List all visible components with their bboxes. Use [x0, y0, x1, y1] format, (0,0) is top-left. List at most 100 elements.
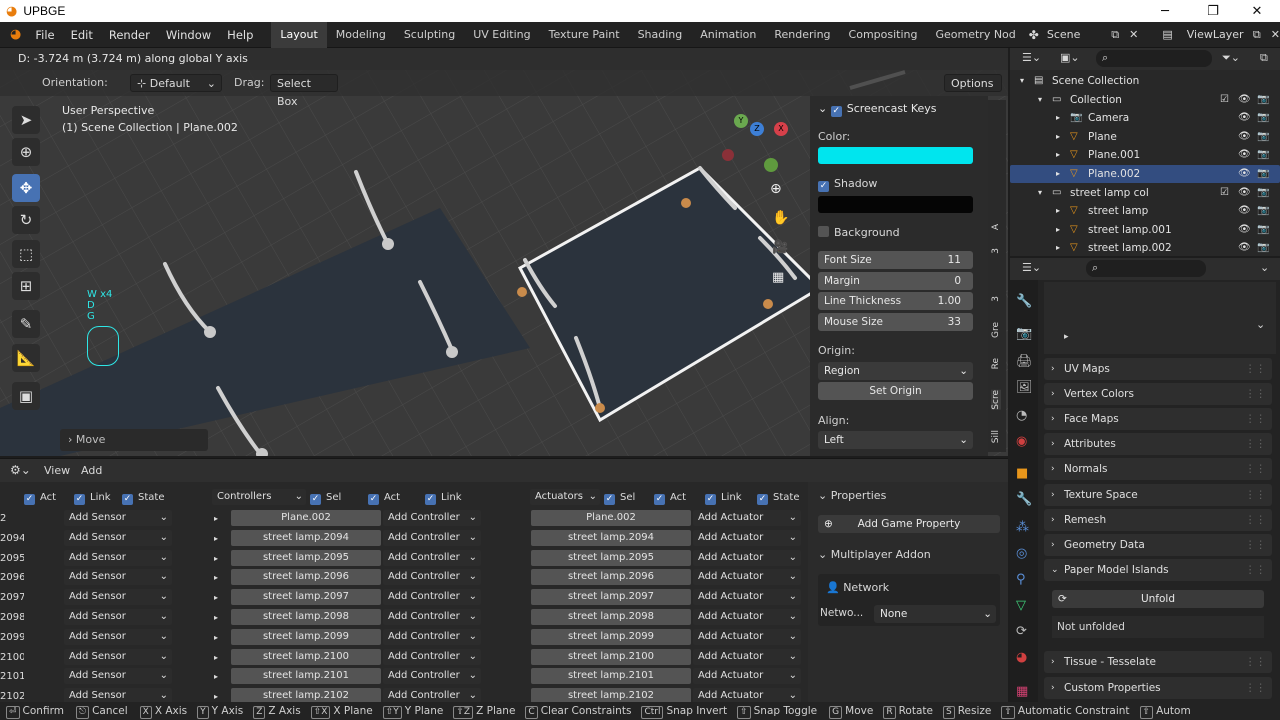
- expand-arrow-icon[interactable]: ▸: [1056, 146, 1060, 164]
- expand-arrow-icon[interactable]: ▾: [1038, 91, 1042, 109]
- color-swatch[interactable]: [818, 147, 973, 164]
- outliner-row[interactable]: ▸ 📷 Camera 👁 📷: [1010, 109, 1280, 127]
- tab-compositing[interactable]: Compositing: [840, 22, 927, 48]
- menu-render[interactable]: Render: [101, 28, 158, 42]
- expand-arrow-icon[interactable]: ▸: [1056, 109, 1060, 127]
- add-actuator-dropdown[interactable]: Add Actuator ⌄: [693, 549, 801, 566]
- drag-handle-icon[interactable]: ⋮⋮: [1245, 433, 1266, 455]
- zoom-icon[interactable]: ⊕: [770, 181, 782, 197]
- particles-tab-icon[interactable]: ⁂: [1016, 520, 1029, 535]
- physics-tab-icon[interactable]: ◎: [1016, 546, 1027, 561]
- outliner-row[interactable]: ▾ ▭ street lamp col ☑ 👁 📷: [1010, 184, 1280, 202]
- view-layer-icon[interactable]: ▤: [1162, 28, 1172, 41]
- property-section-header[interactable]: › Geometry Data ⋮⋮: [1044, 534, 1272, 556]
- expand-arrow-icon[interactable]: ▸: [214, 688, 218, 702]
- align-dropdown[interactable]: Left ⌄: [818, 431, 973, 449]
- add-controller-dropdown[interactable]: Add Controller ⌄: [383, 510, 481, 526]
- actuators-link-toggle[interactable]: ✓ Link: [705, 489, 741, 506]
- background-checkbox[interactable]: [818, 226, 829, 237]
- screencast-header[interactable]: ⌄ ✓ Screencast Keys: [818, 102, 937, 117]
- sensors-state-toggle[interactable]: ✓ State: [122, 489, 164, 506]
- expand-arrow-icon[interactable]: ▸: [1056, 239, 1060, 257]
- editor-type-icon[interactable]: ⚙⌄: [10, 463, 31, 477]
- drag-handle-icon[interactable]: ⋮⋮: [1245, 408, 1266, 430]
- add-controller-dropdown[interactable]: Add Controller ⌄: [383, 609, 481, 625]
- gizmo-y-axis[interactable]: Y: [734, 114, 748, 128]
- expand-arrow-icon[interactable]: ▸: [214, 589, 218, 606]
- expand-arrow-icon[interactable]: ▸: [214, 530, 218, 547]
- add-sensor-dropdown[interactable]: Add Sensor ⌄: [64, 688, 172, 702]
- actuators-state-toggle[interactable]: ✓ State: [757, 489, 799, 506]
- properties-search-input[interactable]: ⌕: [1086, 260, 1206, 277]
- font-size-field[interactable]: Font Size 11: [818, 251, 973, 269]
- material-tab-icon[interactable]: ◕: [1016, 650, 1027, 665]
- tab-3a[interactable]: 3: [991, 248, 1001, 254]
- drag-handle-icon[interactable]: ⋮⋮: [1245, 484, 1266, 506]
- add-controller-dropdown[interactable]: Add Controller ⌄: [383, 688, 481, 702]
- exclude-checkbox[interactable]: ☑: [1220, 184, 1229, 202]
- visibility-eye-icon[interactable]: 👁: [1238, 146, 1251, 164]
- origin-dropdown[interactable]: Region ⌄: [818, 362, 973, 380]
- chevron-down-icon[interactable]: ⌄: [1256, 318, 1265, 331]
- sensors-act-toggle[interactable]: ✓ Act: [24, 489, 56, 506]
- expand-arrow-icon[interactable]: ▸: [214, 629, 218, 646]
- add-sensor-dropdown[interactable]: Add Sensor ⌄: [64, 510, 172, 526]
- expand-arrow-icon[interactable]: ▸: [1056, 128, 1060, 146]
- property-section-header[interactable]: ⌄ Paper Model Islands ⋮⋮: [1044, 559, 1272, 581]
- visibility-eye-icon[interactable]: 👁: [1238, 239, 1251, 257]
- drag-handle-icon[interactable]: ⋮⋮: [1245, 458, 1266, 480]
- menu-window[interactable]: Window: [158, 28, 219, 42]
- add-controller-dropdown[interactable]: Add Controller ⌄: [383, 529, 481, 546]
- visibility-eye-icon[interactable]: 👁: [1238, 202, 1251, 220]
- tab-sculpting[interactable]: Sculpting: [395, 22, 464, 48]
- new-view-layer-icon[interactable]: ⧉: [1253, 28, 1261, 42]
- controllers-act-toggle[interactable]: ✓ Act: [368, 489, 400, 506]
- render-camera-icon[interactable]: 📷: [1257, 239, 1269, 257]
- scene-tab-icon[interactable]: ◔: [1016, 408, 1027, 423]
- property-section-header[interactable]: › Tissue - Tesselate ⋮⋮: [1044, 651, 1272, 673]
- expand-arrow-icon[interactable]: ▾: [1038, 184, 1042, 202]
- expand-arrow-icon[interactable]: ▾: [1020, 72, 1024, 90]
- tab-sill[interactable]: Sill: [991, 430, 1001, 443]
- drag-handle-icon[interactable]: ⋮⋮: [1245, 358, 1266, 380]
- tab-texture-paint[interactable]: Texture Paint: [540, 22, 629, 48]
- new-scene-icon[interactable]: ⧉: [1111, 28, 1119, 42]
- annotate-tool[interactable]: ✎: [12, 310, 40, 338]
- shadow-toggle[interactable]: ✓ Shadow: [818, 177, 877, 192]
- gizmo-x-axis[interactable]: X: [774, 122, 788, 136]
- add-actuator-dropdown[interactable]: Add Actuator ⌄: [693, 648, 801, 665]
- last-operation-panel[interactable]: › Move: [60, 429, 208, 451]
- outliner-row[interactable]: ▸ ▽ street lamp 👁 📷: [1010, 202, 1280, 220]
- tab-layout[interactable]: Layout: [271, 21, 327, 48]
- visibility-eye-icon[interactable]: 👁: [1238, 221, 1251, 239]
- add-controller-dropdown[interactable]: Add Controller ⌄: [383, 628, 481, 645]
- tab-gre[interactable]: Gre: [991, 322, 1001, 338]
- menu-file[interactable]: File: [27, 28, 62, 42]
- expand-arrow-icon[interactable]: ▸: [1056, 165, 1060, 183]
- render-camera-icon[interactable]: 📷: [1257, 91, 1269, 109]
- line-thickness-field[interactable]: Line Thickness 1.00: [818, 292, 973, 310]
- tab-animation[interactable]: Animation: [691, 22, 765, 48]
- tool-tab-icon[interactable]: 🔧: [1016, 294, 1032, 309]
- tab-rendering[interactable]: Rendering: [765, 22, 839, 48]
- mouse-size-field[interactable]: Mouse Size 33: [818, 313, 973, 331]
- editor-type-icon[interactable]: ☰⌄: [1022, 261, 1041, 274]
- drag-handle-icon[interactable]: ⋮⋮: [1245, 559, 1266, 581]
- visibility-eye-icon[interactable]: 👁: [1238, 184, 1251, 202]
- property-section-header[interactable]: › UV Maps ⋮⋮: [1044, 358, 1272, 380]
- output-tab-icon[interactable]: 🖨: [1016, 354, 1033, 369]
- add-actuator-dropdown[interactable]: Add Actuator ⌄: [693, 688, 801, 702]
- outliner-row[interactable]: ▸ ▽ street lamp.001 👁 📷: [1010, 221, 1280, 239]
- gizmo-neg-x[interactable]: [722, 149, 734, 161]
- margin-field[interactable]: Margin 0: [818, 272, 973, 290]
- delete-view-layer-icon[interactable]: ✕: [1271, 28, 1280, 41]
- property-section-header[interactable]: › Custom Properties ⋮⋮: [1044, 677, 1272, 699]
- outliner-row[interactable]: ▸ ▽ Plane 👁 📷: [1010, 128, 1280, 146]
- render-camera-icon[interactable]: 📷: [1257, 146, 1269, 164]
- visibility-eye-icon[interactable]: 👁: [1238, 109, 1251, 127]
- outliner-row[interactable]: ▸ ▽ street lamp.002 👁 📷: [1010, 239, 1280, 257]
- menu-help[interactable]: Help: [219, 28, 261, 42]
- add-sensor-dropdown[interactable]: Add Sensor ⌄: [64, 668, 172, 685]
- rotate-tool[interactable]: ↻: [12, 206, 40, 234]
- render-tab-icon[interactable]: 📷: [1016, 326, 1032, 341]
